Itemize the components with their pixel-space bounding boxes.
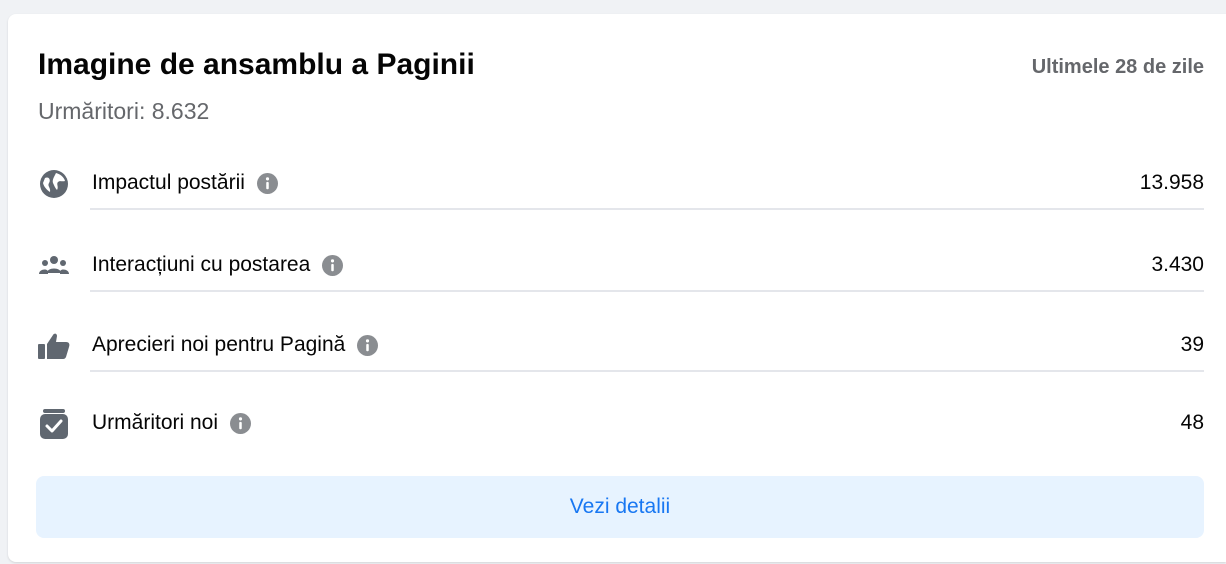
metric-row-post-engagement[interactable]: Interacțiuni cu postarea 3.430 bbox=[8, 236, 1226, 296]
info-icon[interactable] bbox=[230, 412, 252, 434]
page-overview-card: Imagine de ansamblu a Paginii Ultimele 2… bbox=[8, 14, 1226, 562]
info-icon[interactable] bbox=[256, 172, 278, 194]
thumbs-up-icon bbox=[38, 330, 70, 362]
metric-label: Aprecieri noi pentru Pagină bbox=[92, 333, 346, 356]
row-divider bbox=[90, 370, 1204, 372]
follow-check-icon bbox=[38, 408, 70, 440]
metric-label: Urmăritori noi bbox=[92, 411, 219, 434]
metric-row-new-page-likes[interactable]: Aprecieri noi pentru Pagină 39 bbox=[8, 316, 1226, 376]
page-title: Imagine de ansamblu a Paginii bbox=[38, 48, 475, 81]
metric-value: 13.958 bbox=[1139, 171, 1204, 194]
view-details-button[interactable]: Vezi detalii bbox=[36, 476, 1204, 538]
info-icon[interactable] bbox=[322, 254, 344, 276]
metric-value: 48 bbox=[1180, 411, 1204, 434]
metric-row-new-followers[interactable]: Urmăritori noi 48 bbox=[8, 394, 1226, 454]
metric-row-post-reach[interactable]: Impactul postării 13.958 bbox=[8, 154, 1226, 214]
row-divider bbox=[90, 208, 1204, 210]
people-icon bbox=[38, 250, 70, 282]
metric-value: 3.430 bbox=[1151, 253, 1204, 276]
metric-value: 39 bbox=[1180, 333, 1204, 356]
followers-count: Urmăritori: 8.632 bbox=[38, 98, 210, 124]
globe-icon bbox=[38, 168, 70, 200]
metric-label: Interacțiuni cu postarea bbox=[92, 253, 311, 276]
date-range-label: Ultimele 28 de zile bbox=[1031, 56, 1204, 78]
metric-label: Impactul postării bbox=[92, 171, 245, 194]
info-icon[interactable] bbox=[357, 334, 379, 356]
row-divider bbox=[90, 290, 1204, 292]
